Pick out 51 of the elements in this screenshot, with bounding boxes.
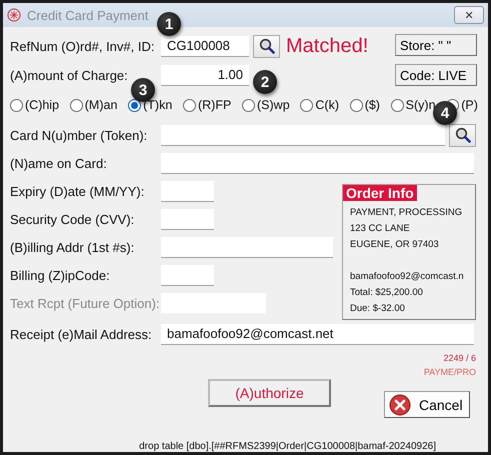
step-badge: 1 xyxy=(157,12,181,36)
address-line: PAYMENT, PROCESSING xyxy=(350,206,462,220)
payment-mode-radio[interactable]: C(k) xyxy=(300,98,339,112)
input-field[interactable] xyxy=(161,208,214,230)
status-text: drop table [dbo].[##RFMS2399|Order|CG100008|bamaf-20240926] xyxy=(139,441,436,452)
error-icon xyxy=(389,394,411,416)
authorize-button[interactable]: (A)uthorize xyxy=(208,379,331,407)
search-button[interactable] xyxy=(449,124,476,146)
field-label: RefNum (O)rd#, Inv#, ID: xyxy=(10,38,156,54)
search-icon xyxy=(258,38,274,54)
step-badge: 2 xyxy=(253,70,277,94)
counter-text: 2249 / 6 xyxy=(443,352,476,365)
payment-mode-radio[interactable]: S(y)n xyxy=(390,98,436,112)
field-label: Billing (Z)ipCode: xyxy=(10,268,111,282)
field-label: Expiry (D)ate (MM/YY): xyxy=(10,184,146,198)
field-label: Security Code (CVV): xyxy=(10,212,136,226)
cancel-button[interactable]: Cancel xyxy=(384,391,470,418)
field-label: Receipt (e)Mail Address: xyxy=(10,326,153,342)
order-detail: Due: $-32.00 xyxy=(350,302,405,316)
close-button[interactable]: ✕ xyxy=(454,6,484,24)
match-status: Matched! xyxy=(286,34,368,58)
input-field[interactable] xyxy=(161,264,214,286)
payment-mode-radio[interactable]: ($) xyxy=(350,98,380,112)
input-field[interactable] xyxy=(161,152,474,174)
input-field[interactable]: bamafoofoo92@comcast.net xyxy=(161,324,474,344)
window-title: Credit Card Payment xyxy=(27,8,148,22)
input-field[interactable] xyxy=(161,236,333,258)
app-icon xyxy=(7,8,21,22)
address-line: 123 CC LANE xyxy=(350,222,410,236)
payment-mode-radio[interactable]: (C)hip xyxy=(10,98,60,112)
field-label: (N)ame on Card: xyxy=(10,156,108,170)
info-button[interactable]: Code: LIVE xyxy=(395,64,477,86)
field-label: (A)mount of Charge: xyxy=(10,68,129,82)
address-line: EUGENE, OR 97403 xyxy=(350,238,439,252)
field-label: Card N(u)mber (Token): xyxy=(10,128,148,142)
search-icon xyxy=(454,127,471,143)
payment-mode-radio[interactable]: (M)an xyxy=(70,98,118,112)
input-field[interactable]: CG100008 xyxy=(161,36,249,56)
payment-mode-radio[interactable]: (R)FP xyxy=(182,98,232,112)
field-label: Text Rcpt (Future Option): xyxy=(10,296,161,310)
input-field[interactable] xyxy=(161,124,446,146)
field-label: (B)illing Addr (1st #s): xyxy=(10,240,136,254)
input-field[interactable]: 1.00 xyxy=(161,64,249,86)
order-detail: bamafoofoo92@comcast.n xyxy=(350,270,464,284)
panel-title: Order Info xyxy=(343,185,417,201)
order-detail: Total: $25,200.00 xyxy=(350,286,423,300)
user-text: PAYME/PRO xyxy=(424,366,476,379)
info-button[interactable]: Store: " " xyxy=(395,34,477,56)
input-field[interactable] xyxy=(161,180,214,202)
search-button[interactable] xyxy=(253,34,280,58)
payment-mode-radio[interactable]: (S)wp xyxy=(242,98,290,112)
